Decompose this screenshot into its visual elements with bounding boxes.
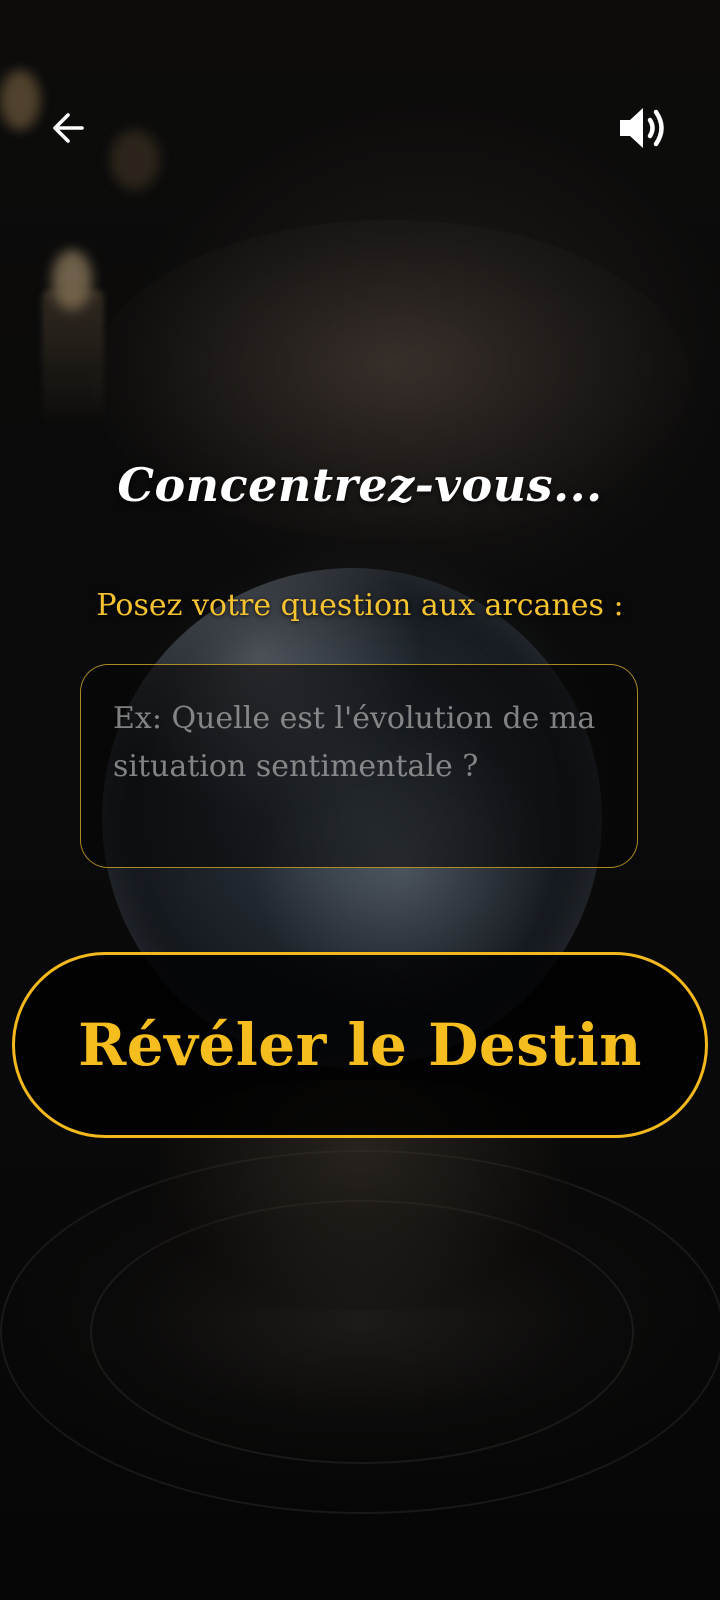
background-candle-glow: [0, 70, 40, 130]
sound-toggle-button[interactable]: [608, 96, 678, 160]
background-candle-glow: [110, 130, 160, 190]
reveal-destiny-label: Révéler le Destin: [78, 1011, 642, 1079]
question-input[interactable]: [81, 665, 637, 867]
question-prompt-label: Posez votre question aux arcanes :: [96, 588, 624, 623]
page-title: Concentrez-vous...: [117, 458, 603, 512]
speaker-on-icon: [620, 108, 664, 148]
screen: Concentrez-vous... Posez votre question …: [0, 0, 720, 1600]
back-button[interactable]: [38, 98, 98, 158]
question-field-container: [80, 664, 638, 868]
reveal-destiny-button[interactable]: Révéler le Destin: [12, 952, 708, 1138]
arrow-left-icon: [53, 113, 84, 143]
